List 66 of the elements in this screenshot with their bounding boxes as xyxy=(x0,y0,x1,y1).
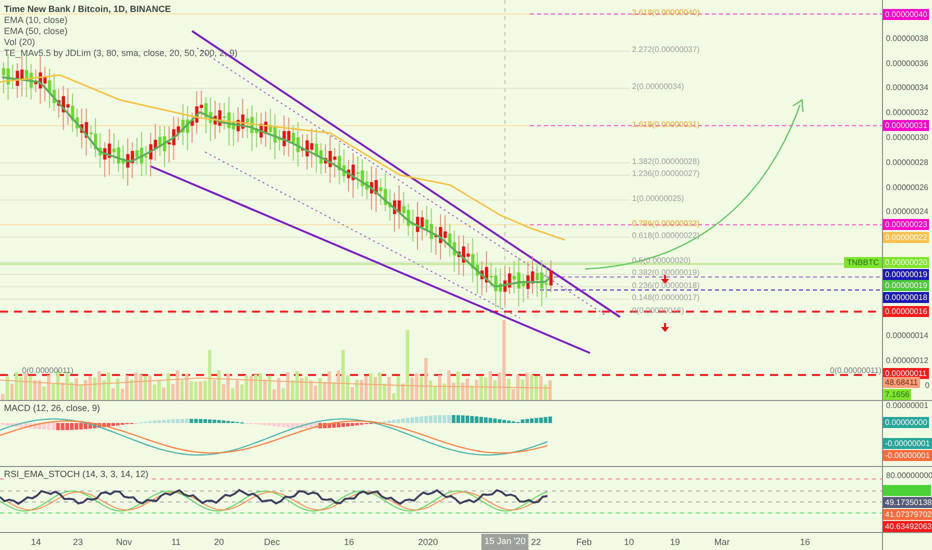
fib-level-label: 1(0.00000025) xyxy=(632,194,684,204)
volume-tag: 7.1656 xyxy=(883,389,912,400)
indicator-label: Vol (20) xyxy=(4,37,36,48)
price-label: 0.00000001 xyxy=(886,401,928,411)
price-tag: 0.00000020 xyxy=(883,256,930,268)
price-label: 0.00000026 xyxy=(886,182,928,193)
fib-level-label: 2.272(0.00000037) xyxy=(632,45,700,56)
date-label: 22 xyxy=(531,536,541,549)
indicator-label: EMA (50, close) xyxy=(4,26,69,37)
fib-level-label: 0.148(0.00000017) xyxy=(632,293,700,304)
price-label: 0.00000024 xyxy=(886,207,928,218)
price-tag: 0.00000019 xyxy=(883,280,930,292)
indicator-tag: -0.00000001 xyxy=(883,450,932,461)
price-label: 0.00000014 xyxy=(886,331,928,342)
date-label: 20 xyxy=(214,536,224,549)
price-tag: 0.00000031 xyxy=(883,120,930,132)
date-label: Feb xyxy=(576,536,592,549)
price-tag: 0.00000019 xyxy=(883,268,930,280)
level-label: 0(0.00000011) xyxy=(830,366,882,376)
crosshair-date-label: 15 Jan '20 xyxy=(481,534,529,550)
indicator-tag: 49.17350138 xyxy=(883,497,932,508)
indicator-label: MACD (12, 26, close, 9) xyxy=(4,402,100,416)
price-tag: 0.00000022 xyxy=(883,232,930,243)
date-label: Dec xyxy=(264,536,280,549)
symbol-tag: TNBBTC xyxy=(844,256,882,268)
fib-level-label: 2(0.00000034) xyxy=(632,82,684,92)
date-label: 10 xyxy=(624,536,634,549)
chart-title: Time New Bank / Bitcoin, 1D, BINANCE xyxy=(4,4,172,15)
fib-level-label: 0.786(0.00000023) xyxy=(632,218,700,229)
fib-level-label: 1.236(0.00000027) xyxy=(632,169,700,180)
volume-label: 0 xyxy=(925,381,930,391)
price-label: 0.00000036 xyxy=(886,58,928,69)
price-label: 0.00000032 xyxy=(886,108,928,118)
date-label: 16 xyxy=(344,536,354,549)
price-tag: 0.00000023 xyxy=(883,219,930,230)
price-label: 0.00000012 xyxy=(886,356,928,366)
fib-level-label: 0.382(0.00000019) xyxy=(632,268,700,278)
date-label: Mar xyxy=(714,536,730,549)
fib-level-label: 0(0.00000016) xyxy=(632,306,684,316)
date-label: 14 xyxy=(31,536,41,549)
volume-tag: 48.68411 xyxy=(883,377,920,388)
fib-level-label: 1.382(0.00000028) xyxy=(632,156,700,167)
indicator-tag: 0.00000000 xyxy=(883,417,930,428)
price-label: 0.00000028 xyxy=(886,158,928,168)
fib-level-label: 0.236(0.00000018) xyxy=(632,280,700,291)
date-label: 2020 xyxy=(418,536,438,549)
indicator-tag: -0.00000001 xyxy=(883,438,932,449)
level-label: 0(0.00000011) xyxy=(22,366,74,376)
date-label: 19 xyxy=(670,536,680,549)
price-tag: 0.00000016 xyxy=(883,306,930,318)
date-label: Nov xyxy=(116,536,132,549)
indicator-tag: 41.07379702 xyxy=(883,509,932,520)
price-tag: 0.00000018 xyxy=(883,292,930,303)
indicator-tag: 40.63492063 xyxy=(883,521,932,532)
fib-level-label: 1.618(0.00000031) xyxy=(632,120,700,130)
price-label: 0.00000038 xyxy=(886,34,928,44)
indicator-label: RSI_EMA_STOCH (14, 3, 3, 14, 12) xyxy=(4,468,148,482)
fib-level-label: 0.618(0.00000022) xyxy=(632,231,700,242)
date-label: 23 xyxy=(73,536,83,549)
date-label: 16 xyxy=(800,536,810,549)
indicator-label: EMA (10, close) xyxy=(4,15,69,26)
price-label: 0.00000030 xyxy=(886,133,928,143)
price-label: 0.00000034 xyxy=(886,83,928,94)
price-tag: 0.00000040 xyxy=(883,8,930,20)
fib-level-label: 2.618(0.00000040) xyxy=(632,8,700,18)
date-label: 11 xyxy=(171,536,181,549)
